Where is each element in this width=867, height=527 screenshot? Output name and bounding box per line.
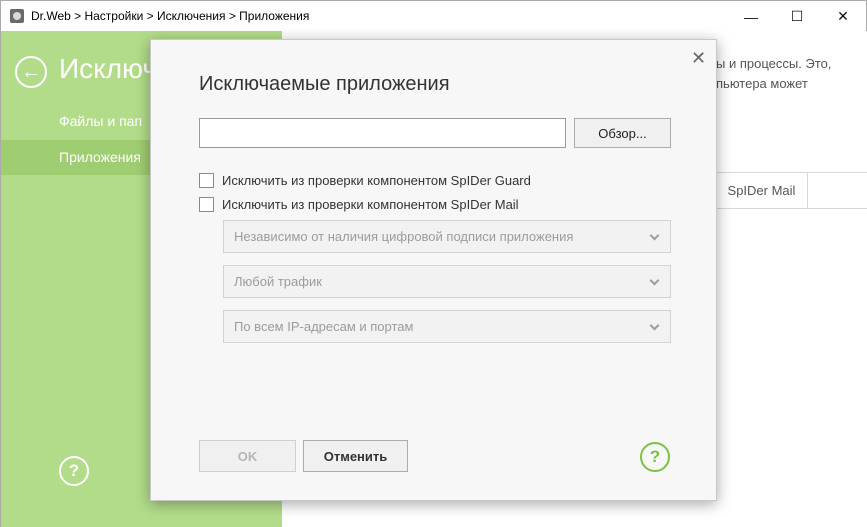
dialog-help-icon[interactable]: ? bbox=[640, 442, 670, 472]
browse-button[interactable]: Обзор... bbox=[574, 118, 671, 148]
application-path-input[interactable] bbox=[199, 118, 566, 148]
drweb-app-icon bbox=[10, 9, 24, 23]
description-line-2: пьютера может bbox=[716, 76, 808, 91]
tab-spider-mail[interactable]: SpIDer Mail bbox=[716, 173, 808, 208]
sidebar-title: Исключ bbox=[59, 53, 157, 84]
chevron-down-icon bbox=[649, 230, 660, 241]
cancel-button[interactable]: Отменить bbox=[303, 440, 408, 472]
minimize-button[interactable]: — bbox=[728, 1, 774, 32]
spider-guard-checkbox-label[interactable]: Исключить из проверки компонентом SpIDer… bbox=[222, 173, 531, 188]
spider-guard-checkbox-row[interactable]: Исключить из проверки компонентом SpIDer… bbox=[199, 173, 531, 188]
sidebar-help-icon[interactable]: ? bbox=[59, 456, 89, 486]
back-arrow-icon[interactable]: ← bbox=[15, 56, 47, 88]
description-line-1: ы и процессы. Это, bbox=[716, 56, 832, 71]
window-close-button[interactable]: ✕ bbox=[820, 1, 866, 32]
main-tabbar: SpIDer Mail bbox=[716, 172, 867, 209]
ip-ports-select-value: По всем IP-адресам и портам bbox=[234, 319, 414, 334]
main-description: ы и процессы. Это, пьютера может bbox=[716, 54, 866, 94]
chevron-down-icon bbox=[649, 320, 660, 331]
signature-select-value: Независимо от наличия цифровой подписи п… bbox=[234, 229, 574, 244]
window-titlebar: Dr.Web > Настройки > Исключения > Прилож… bbox=[0, 0, 867, 31]
chevron-down-icon bbox=[649, 275, 660, 286]
exclude-applications-dialog: ✕ Исключаемые приложения Обзор... Исключ… bbox=[150, 39, 717, 501]
spider-guard-checkbox[interactable] bbox=[199, 173, 214, 188]
window-title: Dr.Web > Настройки > Исключения > Прилож… bbox=[31, 9, 310, 23]
signature-select[interactable]: Независимо от наличия цифровой подписи п… bbox=[223, 220, 671, 253]
dialog-close-icon[interactable]: ✕ bbox=[691, 48, 706, 68]
maximize-button[interactable]: ☐ bbox=[774, 1, 820, 32]
ip-ports-select[interactable]: По всем IP-адресам и портам bbox=[223, 310, 671, 343]
ok-button[interactable]: OK bbox=[199, 440, 296, 472]
spider-mail-checkbox[interactable] bbox=[199, 197, 214, 212]
spider-mail-checkbox-label[interactable]: Исключить из проверки компонентом SpIDer… bbox=[222, 197, 519, 212]
traffic-select[interactable]: Любой трафик bbox=[223, 265, 671, 298]
dialog-title: Исключаемые приложения bbox=[199, 73, 450, 95]
spider-mail-checkbox-row[interactable]: Исключить из проверки компонентом SpIDer… bbox=[199, 197, 519, 212]
traffic-select-value: Любой трафик bbox=[234, 274, 322, 289]
